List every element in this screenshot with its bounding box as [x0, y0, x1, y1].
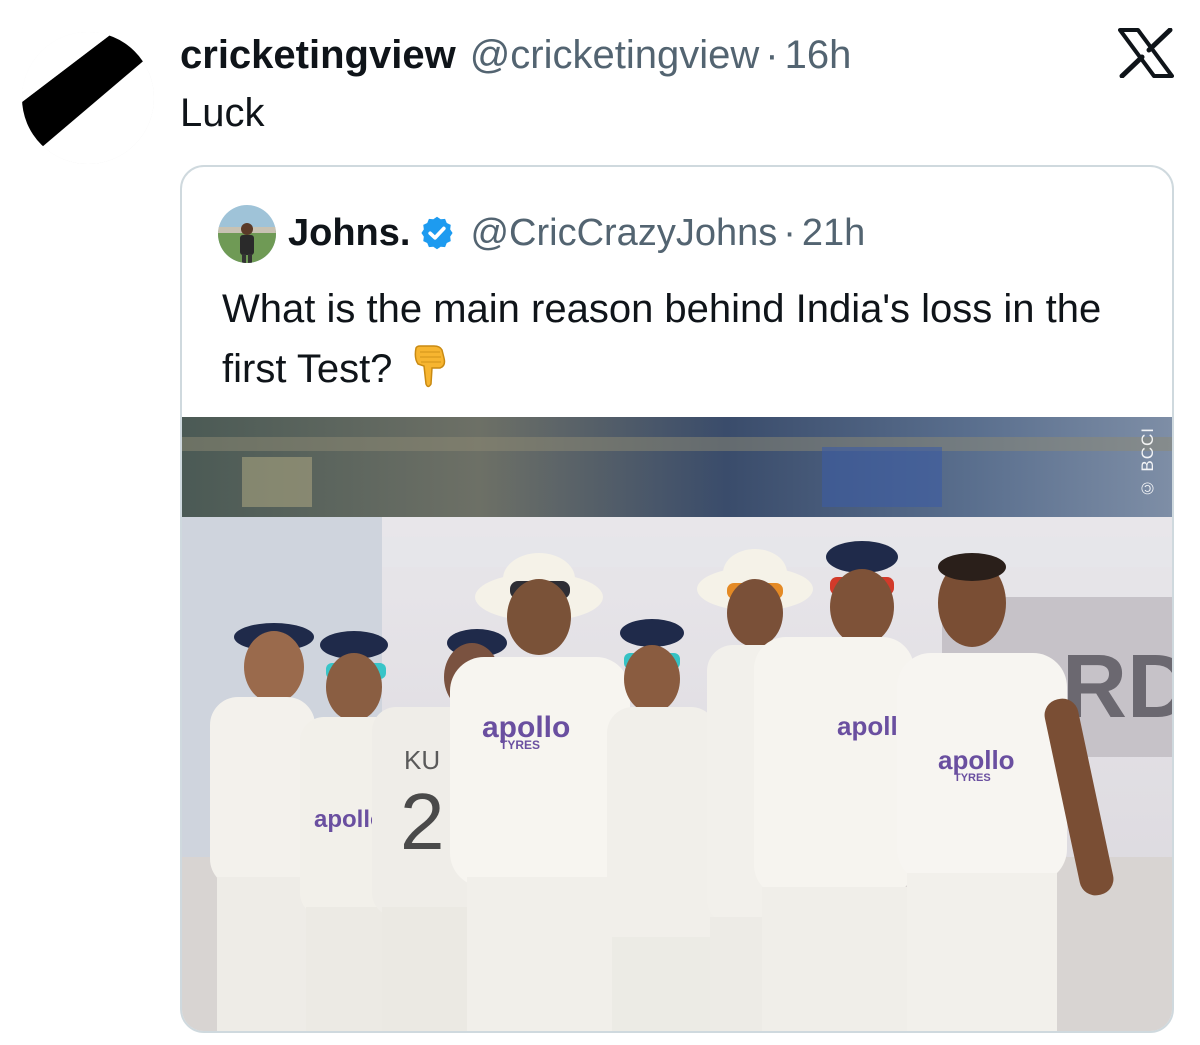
quoted-tweet-timestamp[interactable]: 21h	[802, 209, 865, 257]
author-handle[interactable]: @cricketingview	[470, 30, 760, 80]
tweet-text: Luck	[180, 91, 265, 135]
quoted-tweet-text: What is the main reason behind India's l…	[222, 287, 1102, 391]
tweet-photo[interactable]: RD apollo	[182, 417, 1172, 1031]
quoted-author-handle[interactable]: @CricCrazyJohns	[470, 209, 777, 257]
quoted-header-separator: ·	[783, 212, 796, 254]
x-logo-icon[interactable]	[1118, 28, 1174, 78]
sponsor-sub-text-4: TYRES	[954, 772, 991, 784]
quoted-tweet-text-block: What is the main reason behind India's l…	[222, 279, 1152, 399]
author-display-name[interactable]: cricketingview	[180, 30, 456, 80]
author-avatar[interactable]	[22, 32, 154, 164]
sponsor-sub-text-2: TYRES	[500, 738, 540, 752]
header-separator: ·	[765, 33, 779, 77]
pointing-down-emoji-icon	[410, 344, 448, 390]
quoted-author-avatar[interactable]	[218, 205, 276, 263]
jersey-name-text: KU	[404, 745, 440, 775]
person-in-stadium-avatar	[218, 205, 276, 263]
photo-watermark: © BCCI	[1138, 427, 1157, 498]
sponsor-text-4: apollo	[938, 745, 1015, 775]
tweet-header: cricketingview @cricketingview · 16h	[180, 30, 851, 80]
cricket-team-photo: RD apollo	[182, 417, 1172, 1031]
quoted-tweet-header: Johns. @CricCrazyJohns · 21h	[288, 209, 865, 257]
jersey-number-text: 2	[400, 777, 445, 866]
tweet-timestamp[interactable]: 16h	[785, 30, 852, 80]
quoted-author-display-name[interactable]: Johns.	[288, 209, 410, 257]
black-white-diagonal-avatar	[22, 32, 154, 164]
verified-badge-icon	[420, 216, 454, 250]
quoted-tweet-card[interactable]: Johns. @CricCrazyJohns · 21h What is the…	[180, 165, 1174, 1033]
